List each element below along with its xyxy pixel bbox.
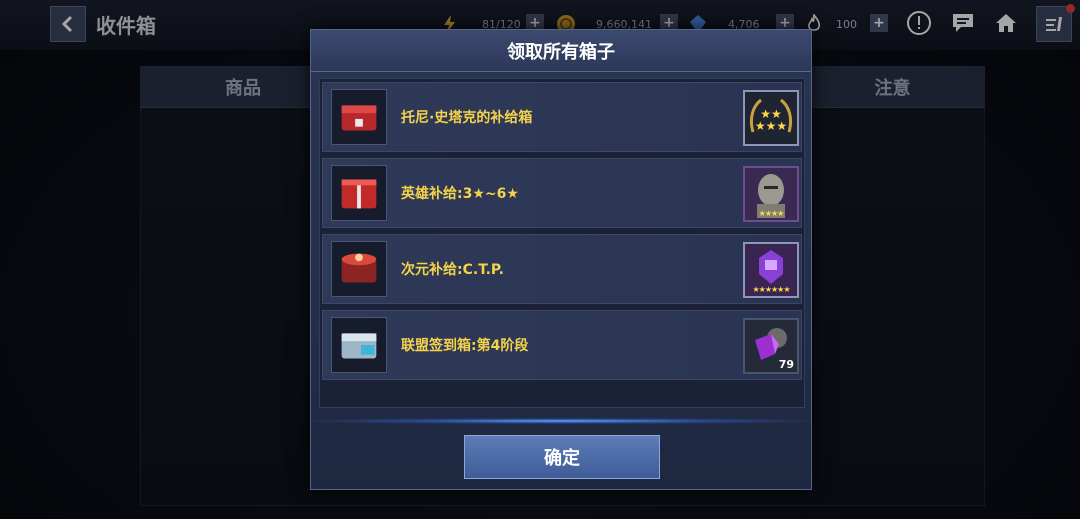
- purple-ctp-crystal-icon: ★★★★★★: [743, 242, 799, 298]
- red-supply-crate-icon: [331, 165, 387, 221]
- box-name: 英雄补给:3★~6★: [401, 186, 519, 202]
- armored-hero-portrait-icon: ★★★★: [743, 166, 799, 222]
- item-count: 79: [778, 358, 794, 371]
- dimension-crate-icon: [331, 241, 387, 297]
- box-name: 次元补给:C.T.P.: [401, 262, 504, 278]
- gold-stars-badge-icon: ★★ ★★★: [743, 90, 799, 146]
- red-crate-icon: [331, 89, 387, 145]
- dialog-title: 领取所有箱子: [311, 30, 811, 72]
- divider-glow: [311, 418, 811, 424]
- box-name: 联盟签到箱:第4阶段: [401, 338, 529, 354]
- list-item: 英雄补给:3★~6★ ★★★★: [322, 158, 802, 228]
- alliance-crate-icon: [331, 317, 387, 373]
- confirm-button[interactable]: 确定: [464, 435, 660, 479]
- claim-all-dialog: 领取所有箱子 托尼·史塔克的补给箱 ★★ ★★★ 英雄补给:3★~6★ ★★★★…: [310, 29, 812, 490]
- list-item: 次元补给:C.T.P. ★★★★★★: [322, 234, 802, 304]
- list-item: 托尼·史塔克的补给箱 ★★ ★★★: [322, 82, 802, 152]
- svg-text:★★★: ★★★: [755, 119, 787, 133]
- box-name: 托尼·史塔克的补给箱: [401, 110, 533, 126]
- purple-gear-cube-icon: 79: [743, 318, 799, 374]
- list-item: 联盟签到箱:第4阶段 79: [322, 310, 802, 380]
- box-list[interactable]: 托尼·史塔克的补给箱 ★★ ★★★ 英雄补给:3★~6★ ★★★★ 次元补给:C…: [319, 78, 805, 408]
